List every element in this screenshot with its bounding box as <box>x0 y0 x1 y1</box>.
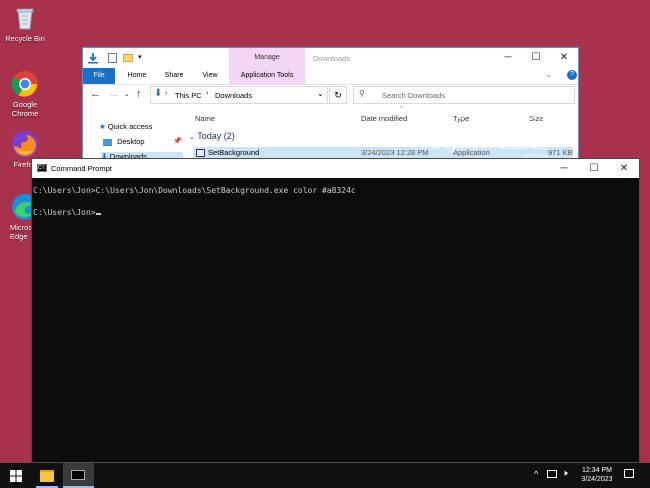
help-icon[interactable]: ? <box>567 70 577 80</box>
nav-quick-access-label: Quick access <box>107 122 153 131</box>
nav-desktop[interactable]: Desktop <box>103 137 145 146</box>
back-arrow-icon[interactable]: ← <box>90 88 101 100</box>
recycle-bin-label: Recycle Bin <box>5 34 45 43</box>
tab-file[interactable]: File <box>83 68 115 84</box>
group-header-today[interactable]: ⌄ Today (2) <box>189 131 235 141</box>
clock-time: 12:34 PM <box>582 467 612 474</box>
start-button[interactable] <box>0 463 32 488</box>
cmd-titlebar[interactable]: C:\ Command Prompt ─ ☐ ✕ <box>32 159 639 178</box>
recycle-bin-icon <box>11 4 39 32</box>
taskbar-command-prompt[interactable] <box>63 463 94 488</box>
sort-indicator-icon: ^ <box>400 106 403 112</box>
clock[interactable]: 12:34 PM 3/24/2023 <box>578 466 616 484</box>
up-arrow-icon[interactable]: ↑ <box>136 88 142 100</box>
explorer-maximize-button[interactable]: ☐ <box>522 48 550 68</box>
forward-arrow-icon[interactable]: → <box>108 88 119 100</box>
nav-desktop-label: Desktop <box>117 137 145 146</box>
refresh-button[interactable]: ↻ <box>329 86 347 104</box>
show-hidden-icons-icon[interactable]: ^ <box>534 469 538 479</box>
windows-logo-icon <box>10 470 22 482</box>
pin-icon: 📌 <box>173 138 182 145</box>
folder-icon <box>40 470 54 482</box>
star-icon: ★ <box>99 122 106 131</box>
notifications-icon[interactable] <box>624 469 634 478</box>
recent-locations-icon[interactable]: ⌄ <box>124 90 130 98</box>
new-folder-icon[interactable] <box>123 54 133 62</box>
tab-application-tools[interactable]: Application Tools <box>229 68 305 84</box>
nav-quick-access[interactable]: ★ Quick access <box>99 122 152 131</box>
app-file-icon <box>196 149 205 157</box>
refresh-icon: ↻ <box>334 90 342 100</box>
cmd-taskbar-icon <box>71 470 85 480</box>
breadcrumb-this-pc[interactable]: This PC <box>175 91 202 100</box>
window-title: Downloads <box>313 54 351 63</box>
downloads-location-icon: ⬇ <box>154 88 163 99</box>
volume-icon[interactable]: 🕨 <box>562 468 568 479</box>
breadcrumb-sep-1: › <box>165 90 168 97</box>
taskbar: ^ 🕨 12:34 PM 3/24/2023 <box>0 463 650 488</box>
column-name[interactable]: Name <box>195 114 215 123</box>
search-icon: ⚲ <box>359 89 365 98</box>
explorer-app-icon <box>87 52 99 66</box>
desktop-icon-recycle-bin[interactable]: Recycle Bin <box>0 4 50 43</box>
explorer-titlebar[interactable]: ▾ Manage Downloads ─ ☐ ✕ <box>83 48 578 68</box>
desktop-icon-chrome[interactable]: Google Chrome <box>0 70 50 118</box>
console-cursor <box>95 213 101 215</box>
ribbon-tabs: File Home Share View Application Tools ⌄… <box>83 68 578 85</box>
address-dropdown-icon[interactable]: ⌄ <box>317 89 324 98</box>
chrome-icon <box>11 70 39 98</box>
explorer-minimize-button[interactable]: ─ <box>494 48 522 68</box>
command-prompt-window[interactable]: C:\ Command Prompt ─ ☐ ✕ C:\Users\Jon>C:… <box>31 158 640 463</box>
firefox-icon <box>11 130 39 158</box>
desktop-folder-icon <box>103 138 112 146</box>
network-icon[interactable] <box>547 470 557 478</box>
clock-date: 3/24/2023 <box>581 476 613 483</box>
console-output[interactable]: C:\Users\Jon>C:\Users\Jon\Downloads\SetB… <box>32 178 639 462</box>
watermark-line2: MAJORGEEKS <box>419 134 549 153</box>
cmd-minimize-button[interactable]: ─ <box>550 159 578 178</box>
expand-ribbon-icon[interactable]: ⌄ <box>546 71 552 79</box>
address-field[interactable]: ⬇ › This PC › Downloads ⌄ <box>150 86 328 104</box>
search-box[interactable]: ⚲ Search Downloads <box>353 86 575 104</box>
column-date-modified[interactable]: Date modified <box>361 114 407 123</box>
breadcrumb-sep-2: › <box>206 90 209 97</box>
manage-context-tab-header: Manage <box>229 48 305 68</box>
tab-home[interactable]: Home <box>121 68 153 84</box>
tab-view[interactable]: View <box>194 68 226 84</box>
cmd-maximize-button[interactable]: ☐ <box>580 159 608 178</box>
cmd-close-button[interactable]: ✕ <box>610 159 638 178</box>
manage-label: Manage <box>254 54 280 61</box>
explorer-close-button[interactable]: ✕ <box>550 48 578 68</box>
chrome-label: Google Chrome <box>11 100 39 118</box>
cmd-window-title: Command Prompt <box>51 164 112 173</box>
taskbar-file-explorer[interactable] <box>32 463 62 488</box>
address-bar-row: ← → ⌄ ↑ ⬇ › This PC › Downloads ⌄ ↻ ⚲ Se… <box>83 85 578 107</box>
properties-icon[interactable] <box>108 53 117 63</box>
collapse-chevron-icon: ⌄ <box>189 134 195 141</box>
tab-share[interactable]: Share <box>158 68 190 84</box>
quick-access-dropdown-icon[interactable]: ▾ <box>138 53 142 61</box>
breadcrumb-downloads[interactable]: Downloads <box>215 91 252 100</box>
group-header-label: Today (2) <box>197 131 235 141</box>
search-placeholder: Search Downloads <box>382 91 445 100</box>
console-prompt: C:\Users\Jon> <box>33 208 96 217</box>
console-line-1: C:\Users\Jon>C:\Users\Jon\Downloads\SetB… <box>33 186 356 195</box>
watermark-line1: TESTED • 100% CLEAN <box>418 110 550 122</box>
cmd-app-icon: C:\ <box>37 164 47 172</box>
